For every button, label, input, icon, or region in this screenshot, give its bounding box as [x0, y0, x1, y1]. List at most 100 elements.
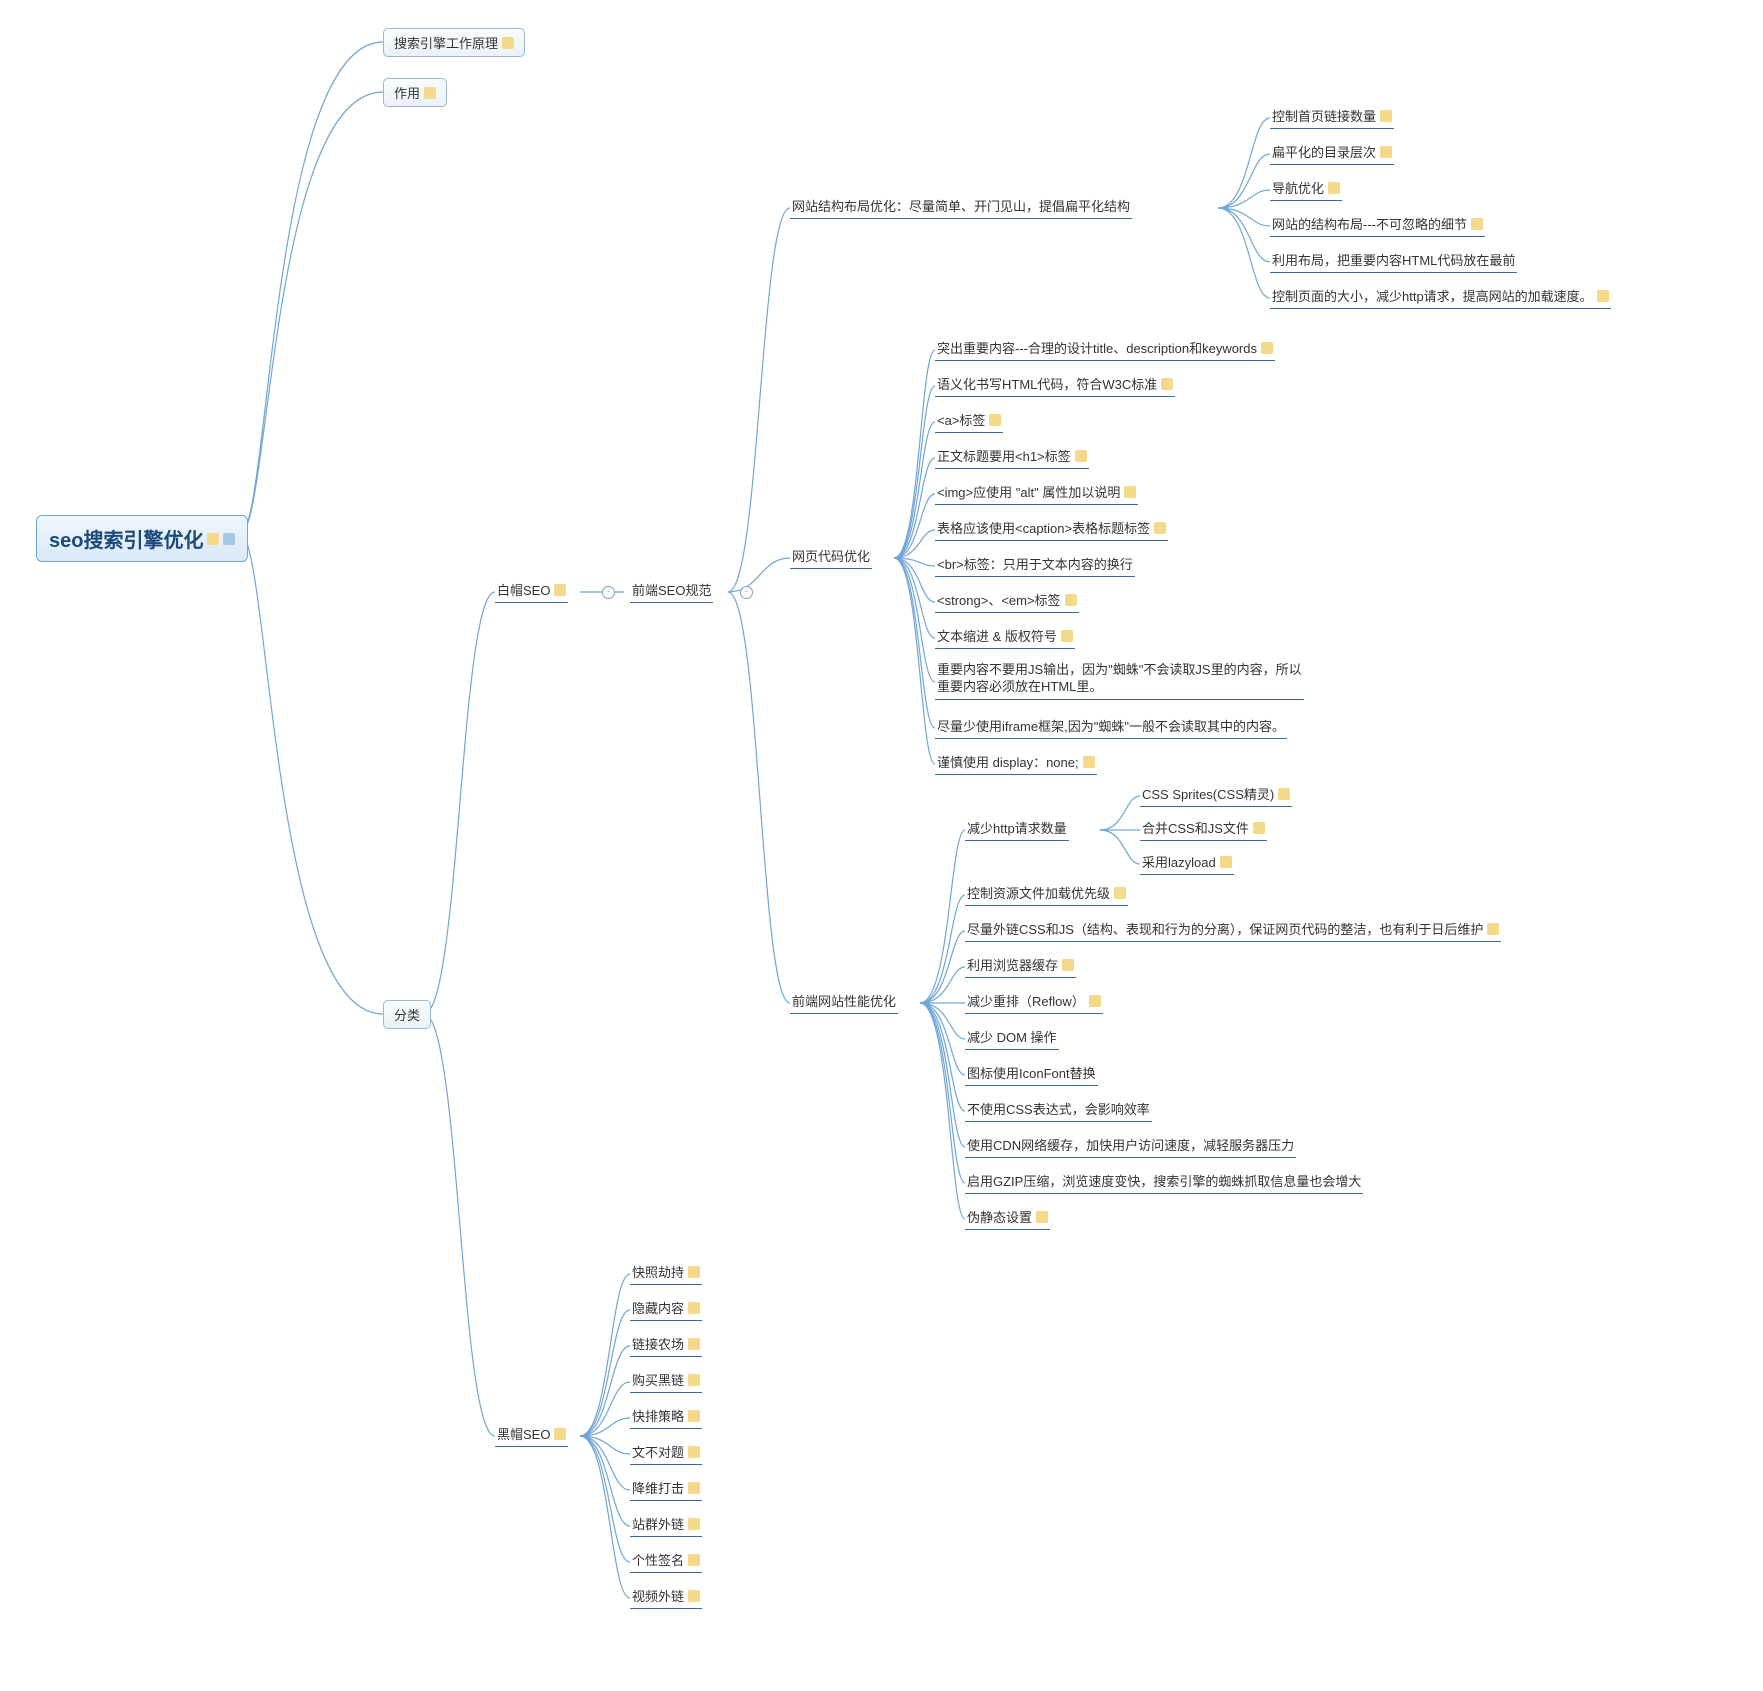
node-purpose[interactable]: 作用 [383, 78, 447, 107]
node-label: 不使用CSS表达式，会影响效率 [967, 1099, 1150, 1118]
leaf-node[interactable]: 减少重排（Reflow） [965, 989, 1103, 1014]
leaf-node[interactable]: 快照劫持 [630, 1260, 702, 1285]
node-label: 减少http请求数量 [967, 818, 1067, 837]
leaf-node[interactable]: 快排策略 [630, 1404, 702, 1429]
note-icon [1075, 450, 1087, 462]
note-icon [688, 1590, 700, 1602]
node-label: 使用CDN网络缓存，加快用户访问速度，减轻服务器压力 [967, 1135, 1294, 1154]
collapse-toggle[interactable]: - [740, 586, 753, 599]
leaf-node[interactable]: <a>标签 [935, 408, 1003, 433]
root-node[interactable]: seo搜索引擎优化 [36, 515, 248, 562]
leaf-node[interactable]: 利用浏览器缓存 [965, 953, 1076, 978]
leaf-node[interactable]: 控制首页链接数量 [1270, 104, 1394, 129]
node-label: <a>标签 [937, 410, 985, 429]
leaf-node[interactable]: 隐藏内容 [630, 1296, 702, 1321]
leaf-node[interactable]: 使用CDN网络缓存，加快用户访问速度，减轻服务器压力 [965, 1133, 1296, 1158]
note-icon [554, 1428, 566, 1440]
note-icon [989, 414, 1001, 426]
node-label: 语义化书写HTML代码，符合W3C标准 [937, 374, 1157, 393]
leaf-node[interactable]: 购买黑链 [630, 1368, 702, 1393]
node-category[interactable]: 分类 [383, 1000, 431, 1029]
leaf-node[interactable]: 降维打击 [630, 1476, 702, 1501]
note-icon [1380, 146, 1392, 158]
leaf-node[interactable]: 不使用CSS表达式，会影响效率 [965, 1097, 1152, 1122]
collapse-toggle[interactable]: - [602, 586, 615, 599]
leaf-node[interactable]: <strong>、<em>标签 [935, 588, 1079, 613]
node-label: 减少重排（Reflow） [967, 991, 1085, 1010]
node-label: 利用浏览器缓存 [967, 955, 1058, 974]
leaf-node[interactable]: 链接农场 [630, 1332, 702, 1357]
leaf-node[interactable]: 合并CSS和JS文件 [1140, 816, 1267, 841]
leaf-node[interactable]: 采用lazyload [1140, 850, 1234, 875]
leaf-node[interactable]: 正文标题要用<h1>标签 [935, 444, 1089, 469]
leaf-node[interactable]: 伪静态设置 [965, 1205, 1050, 1230]
node-label: 伪静态设置 [967, 1207, 1032, 1226]
node-fe-seo-spec[interactable]: 前端SEO规范 [630, 578, 713, 603]
leaf-node[interactable]: 表格应该使用<caption>表格标题标签 [935, 516, 1168, 541]
node-reduce-http[interactable]: 减少http请求数量 [965, 816, 1069, 841]
node-label: <strong>、<em>标签 [937, 590, 1061, 609]
leaf-node[interactable]: 控制资源文件加载优先级 [965, 881, 1128, 906]
note-icon [1161, 378, 1173, 390]
leaf-node[interactable]: 导航优化 [1270, 176, 1342, 201]
node-label: 隐藏内容 [632, 1298, 684, 1317]
node-label: 尽量少使用iframe框架,因为"蜘蛛"一般不会读取其中的内容。 [937, 716, 1285, 735]
link-icon [223, 533, 235, 545]
leaf-node[interactable]: CSS Sprites(CSS精灵) [1140, 782, 1292, 807]
leaf-node[interactable]: 尽量少使用iframe框架,因为"蜘蛛"一般不会读取其中的内容。 [935, 714, 1287, 739]
note-icon [688, 1338, 700, 1350]
note-icon [1253, 822, 1265, 834]
leaf-node[interactable]: 重要内容不要用JS输出，因为"蜘蛛"不会读取JS里的内容，所以 重要内容必须放在… [935, 660, 1304, 700]
leaf-node[interactable]: 个性签名 [630, 1548, 702, 1573]
leaf-node[interactable]: <img>应使用 "alt" 属性加以说明 [935, 480, 1138, 505]
leaf-node[interactable]: 扁平化的目录层次 [1270, 140, 1394, 165]
leaf-node[interactable]: 文本缩进 & 版权符号 [935, 624, 1075, 649]
note-icon [1487, 923, 1499, 935]
leaf-node[interactable]: <br>标签：只用于文本内容的换行 [935, 552, 1135, 577]
note-icon [688, 1410, 700, 1422]
node-code-opt[interactable]: 网页代码优化 [790, 544, 872, 569]
node-label: 启用GZIP压缩，浏览速度变快，搜索引擎的蜘蛛抓取信息量也会增大 [967, 1171, 1361, 1190]
leaf-node[interactable]: 网站的结构布局---不可忽略的细节 [1270, 212, 1485, 237]
node-label: 网站的结构布局---不可忽略的细节 [1272, 214, 1467, 233]
leaf-node[interactable]: 控制页面的大小，减少http请求，提高网站的加载速度。 [1270, 284, 1611, 309]
note-icon [1065, 594, 1077, 606]
note-icon [688, 1518, 700, 1530]
leaf-node[interactable]: 突出重要内容---合理的设计title、description和keywords [935, 336, 1275, 361]
note-icon [1089, 995, 1101, 1007]
leaf-node[interactable]: 视频外链 [630, 1584, 702, 1609]
node-label: CSS Sprites(CSS精灵) [1142, 784, 1274, 803]
node-label: 减少 DOM 操作 [967, 1027, 1057, 1046]
node-label: 尽量外链CSS和JS（结构、表现和行为的分离），保证网页代码的整洁，也有利于日后… [967, 919, 1483, 938]
node-struct-opt[interactable]: 网站结构布局优化：尽量简单、开门见山，提倡扁平化结构 [790, 194, 1132, 219]
leaf-node[interactable]: 谨慎使用 display：none; [935, 750, 1097, 775]
node-label: 快排策略 [632, 1406, 684, 1425]
node-black-seo[interactable]: 黑帽SEO [495, 1422, 568, 1447]
leaf-node[interactable]: 启用GZIP压缩，浏览速度变快，搜索引擎的蜘蛛抓取信息量也会增大 [965, 1169, 1363, 1194]
note-icon [688, 1266, 700, 1278]
leaf-node[interactable]: 利用布局，把重要内容HTML代码放在最前 [1270, 248, 1517, 273]
note-icon [1154, 522, 1166, 534]
leaf-node[interactable]: 图标使用IconFont替换 [965, 1061, 1098, 1086]
leaf-node[interactable]: 语义化书写HTML代码，符合W3C标准 [935, 372, 1175, 397]
node-label: 图标使用IconFont替换 [967, 1063, 1096, 1082]
leaf-node[interactable]: 减少 DOM 操作 [965, 1025, 1059, 1050]
note-icon [688, 1446, 700, 1458]
node-white-seo[interactable]: 白帽SEO [495, 578, 568, 603]
node-label: 搜索引擎工作原理 [394, 33, 498, 52]
node-label: 重要内容不要用JS输出，因为"蜘蛛"不会读取JS里的内容，所以 重要内容必须放在… [937, 662, 1302, 696]
node-label: 黑帽SEO [497, 1424, 550, 1443]
node-label: 正文标题要用<h1>标签 [937, 446, 1071, 465]
node-perf-opt[interactable]: 前端网站性能优化 [790, 989, 898, 1014]
note-icon [1114, 887, 1126, 899]
node-label: 前端网站性能优化 [792, 991, 896, 1010]
leaf-node[interactable]: 文不对题 [630, 1440, 702, 1465]
node-search-engine-principle[interactable]: 搜索引擎工作原理 [383, 28, 525, 57]
note-icon [207, 533, 219, 545]
leaf-node[interactable]: 站群外链 [630, 1512, 702, 1537]
leaf-node[interactable]: 尽量外链CSS和JS（结构、表现和行为的分离），保证网页代码的整洁，也有利于日后… [965, 917, 1501, 942]
node-label: 控制资源文件加载优先级 [967, 883, 1110, 902]
node-label: 分类 [394, 1005, 420, 1024]
node-label: 网页代码优化 [792, 546, 870, 565]
note-icon [1220, 856, 1232, 868]
